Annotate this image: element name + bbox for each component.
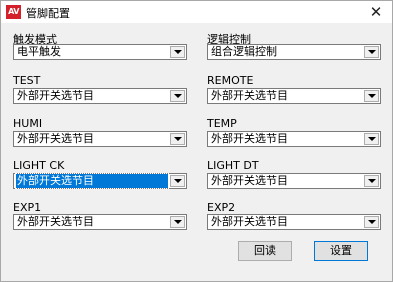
exp2-value: 外部开关选节目 xyxy=(211,215,288,228)
test-value: 外部开关选节目 xyxy=(17,89,94,102)
chevron-down-icon[interactable] xyxy=(364,133,379,145)
set-button[interactable]: 设置 xyxy=(314,241,368,261)
logic-control-select[interactable]: 组合逻辑控制 xyxy=(207,44,381,60)
remote-label: REMOTE xyxy=(207,74,254,87)
light-dt-label: LIGHT DT xyxy=(207,159,259,172)
chevron-down-icon[interactable] xyxy=(364,216,379,228)
test-label: TEST xyxy=(13,74,41,87)
logic-control-value: 组合逻辑控制 xyxy=(211,45,277,58)
chevron-down-icon[interactable] xyxy=(170,175,185,187)
test-select[interactable]: 外部开关选节目 xyxy=(13,88,187,104)
trigger-mode-value: 电平触发 xyxy=(17,45,61,58)
exp2-label: EXP2 xyxy=(207,201,236,214)
humi-value: 外部开关选节目 xyxy=(17,132,94,145)
light-ck-label: LIGHT CK xyxy=(13,159,65,172)
temp-label: TEMP xyxy=(207,117,237,130)
close-icon[interactable]: ✕ xyxy=(366,2,386,22)
title-bar: AV 管脚配置 ✕ xyxy=(1,1,392,23)
window-title: 管脚配置 xyxy=(26,7,70,20)
light-dt-value: 外部开关选节目 xyxy=(211,174,288,187)
chevron-down-icon[interactable] xyxy=(364,90,379,102)
chevron-down-icon[interactable] xyxy=(170,133,185,145)
light-dt-select[interactable]: 外部开关选节目 xyxy=(207,173,381,189)
temp-value: 外部开关选节目 xyxy=(211,132,288,145)
light-ck-select[interactable]: 外部开关选节目 xyxy=(13,173,187,189)
chevron-down-icon[interactable] xyxy=(170,216,185,228)
remote-select[interactable]: 外部开关选节目 xyxy=(207,88,381,104)
pin-config-dialog: AV 管脚配置 ✕ 触发模式 电平触发 逻辑控制 组合逻辑控制 TEST 外部开… xyxy=(0,0,393,282)
readback-button[interactable]: 回读 xyxy=(238,241,292,261)
exp1-value: 外部开关选节目 xyxy=(17,215,94,228)
chevron-down-icon[interactable] xyxy=(364,175,379,187)
temp-select[interactable]: 外部开关选节目 xyxy=(207,131,381,147)
remote-value: 外部开关选节目 xyxy=(211,89,288,102)
chevron-down-icon[interactable] xyxy=(364,46,379,58)
trigger-mode-select[interactable]: 电平触发 xyxy=(13,44,187,60)
humi-select[interactable]: 外部开关选节目 xyxy=(13,131,187,147)
humi-label: HUMI xyxy=(13,117,43,130)
exp1-label: EXP1 xyxy=(13,201,42,214)
exp2-select[interactable]: 外部开关选节目 xyxy=(207,214,381,230)
app-icon: AV xyxy=(6,5,21,19)
light-ck-value: 外部开关选节目 xyxy=(15,173,169,189)
exp1-select[interactable]: 外部开关选节目 xyxy=(13,214,187,230)
chevron-down-icon[interactable] xyxy=(170,90,185,102)
chevron-down-icon[interactable] xyxy=(170,46,185,58)
